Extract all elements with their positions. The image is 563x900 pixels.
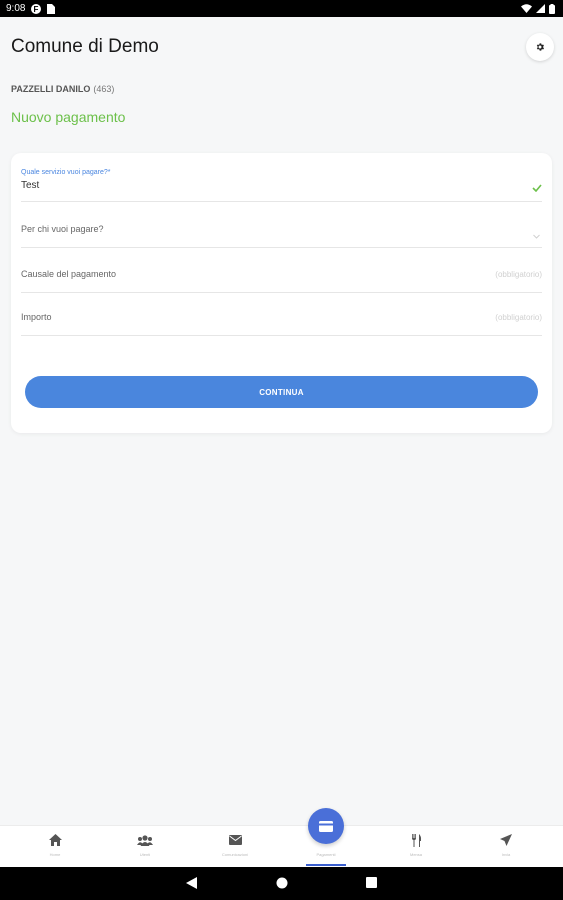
causale-label: Causale del pagamento [21,269,117,279]
importo-label: Importo [21,312,52,322]
user-info: PAZZELLI DANILO (463) [11,84,114,94]
settings-button[interactable] [526,33,554,61]
sim-icon [47,3,56,14]
payment-form-card: Quale servizio vuoi pagare?* Test Per ch… [11,153,552,433]
back-icon[interactable] [186,877,197,889]
nav-active-indicator [306,864,346,866]
nav-label-users: Utenti [139,852,151,857]
user-code: (463) [93,84,115,94]
importo-placeholder: (obbligatorio) [495,313,542,322]
user-name: PAZZELLI DANILO [11,84,91,94]
app-f-icon: F [31,3,42,14]
system-nav-bar [0,867,563,900]
nav-item-send[interactable]: Invia [476,826,536,868]
chevron-down-icon [533,226,540,244]
nav-item-users[interactable]: Utenti [115,826,175,868]
nav-item-mail[interactable]: Comunicazioni [205,826,265,868]
nav-label-mensa: Mensa [409,852,422,857]
users-icon [137,833,153,847]
signal-icon [536,4,545,13]
mail-icon [228,833,242,847]
status-time: 9:08 [6,3,26,14]
causale-placeholder: (obbligatorio) [495,270,542,279]
nav-label-home: Home [49,852,61,857]
check-icon [532,179,542,197]
status-left: 9:08 F [6,3,56,14]
recents-icon[interactable] [366,877,377,888]
nav-item-home[interactable]: Home [25,826,85,868]
svg-text:F: F [34,5,39,14]
app-title: Comune di Demo [11,36,159,57]
fork-knife-icon [411,833,422,847]
service-label: Quale servizio vuoi pagare?* [21,169,111,176]
payer-select[interactable]: Per chi vuoi pagare? [21,208,542,248]
nav-item-payments[interactable] [308,808,344,844]
page-title: Nuovo pagamento [11,109,126,125]
nav-label-send: Invia [501,852,511,857]
causale-field[interactable]: Causale del pagamento (obbligatorio) [21,253,542,293]
home-circle-icon[interactable] [276,877,288,889]
battery-icon [549,3,555,14]
nav-item-mensa[interactable]: Mensa [386,826,446,868]
home-icon [48,833,62,847]
payer-label: Per chi vuoi pagare? [21,224,104,234]
service-select[interactable]: Quale servizio vuoi pagare?* Test [21,165,542,202]
status-bar: 9:08 F [0,0,563,17]
nav-label-mail: Comunicazioni [221,852,249,857]
bottom-nav: Home Utenti Comunicazioni Mensa Invia [0,825,563,867]
send-icon [500,833,512,847]
continue-button[interactable]: CONTINUA [25,376,538,408]
importo-field[interactable]: Importo (obbligatorio) [21,296,542,336]
nav-label-payments: Pagamenti [316,852,336,857]
service-value: Test [21,180,40,191]
gear-icon [535,42,545,52]
wifi-icon [521,4,532,13]
status-right [521,3,555,14]
card-icon [319,820,333,832]
